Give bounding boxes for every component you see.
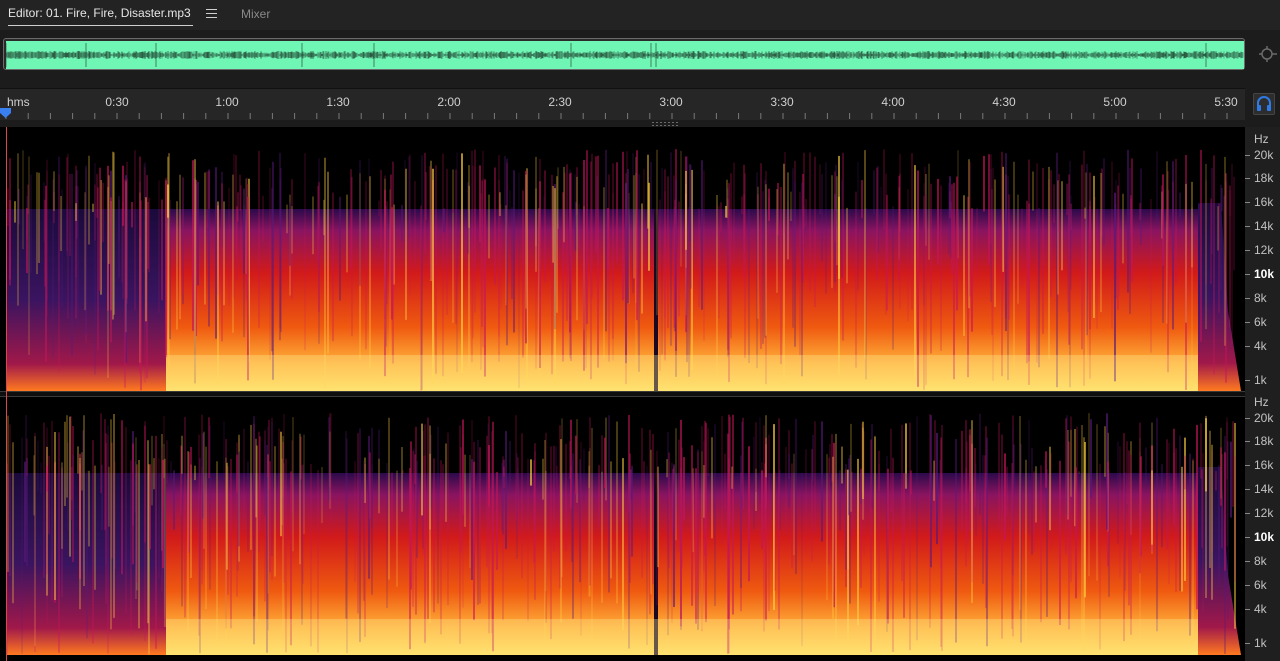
freq-label: 12k — [1254, 243, 1274, 257]
playhead-line[interactable] — [6, 127, 7, 661]
freq-label-bold: 10k — [1254, 530, 1275, 544]
ruler-label: 3:30 — [770, 95, 794, 109]
freq-label: 20k — [1254, 148, 1274, 162]
overview-waveform — [6, 41, 1244, 69]
tab-mixer[interactable]: Mixer — [241, 7, 270, 21]
ruler-label: 1:30 — [326, 95, 350, 109]
ruler-label: 2:00 — [437, 95, 461, 109]
panel-tab-bar: Editor: 01. Fire, Fire, Disaster.mp3 Mix… — [0, 0, 1280, 30]
ruler-label: 0:30 — [105, 95, 129, 109]
tab-editor[interactable]: Editor: 01. Fire, Fire, Disaster.mp3 — [8, 6, 193, 26]
playhead-marker-icon[interactable] — [0, 108, 11, 118]
freq-label: 16k — [1254, 458, 1274, 472]
freq-tick — [1245, 226, 1250, 227]
freq-tick — [1245, 537, 1250, 538]
ruler-ticks — [5, 113, 1228, 119]
headphones-icon — [1257, 96, 1271, 111]
freq-label: 1k — [1254, 373, 1267, 387]
freq-label-bold: 10k — [1254, 267, 1275, 281]
freq-label: 4k — [1254, 602, 1267, 616]
freq-tick — [1245, 585, 1250, 586]
freq-tick — [1245, 346, 1250, 347]
zoom-navigator-icon[interactable] — [1258, 44, 1278, 64]
ruler-label: 1:00 — [215, 95, 239, 109]
freq-tick — [1245, 609, 1250, 610]
freq-tick — [1245, 380, 1250, 381]
freq-tick — [1245, 465, 1250, 466]
freq-tick — [1245, 202, 1250, 203]
freq-label: 12k — [1254, 506, 1274, 520]
freq-label: 16k — [1254, 195, 1274, 209]
freq-tick — [1245, 643, 1250, 644]
freq-label: 14k — [1254, 482, 1274, 496]
ruler-label: hms — [7, 95, 30, 109]
spectrogram-channel-left[interactable] — [6, 133, 1241, 391]
freq-tick — [1245, 322, 1250, 323]
freq-tick — [1245, 418, 1250, 419]
frequency-ruler: Hz 20k 18k 16k 14k 12k 10k 8k 6k 4k 1k H… — [1245, 127, 1280, 661]
freq-tick — [1245, 513, 1250, 514]
spectral-frequency-display[interactable] — [0, 127, 1245, 661]
spectrogram-left — [6, 133, 1241, 391]
hamburger-menu-icon[interactable] — [206, 9, 217, 18]
freq-label: 6k — [1254, 578, 1267, 592]
freq-label: 18k — [1254, 171, 1274, 185]
ruler-label: 3:00 — [659, 95, 683, 109]
ruler-label: 5:30 — [1214, 95, 1238, 109]
ruler-label: 2:30 — [548, 95, 572, 109]
freq-tick — [1245, 489, 1250, 490]
freq-tick — [1245, 178, 1250, 179]
freq-tick — [1245, 298, 1250, 299]
panel-resize-grip[interactable] — [652, 122, 680, 126]
spectrogram-right — [6, 397, 1241, 655]
waveform-overview[interactable] — [3, 38, 1245, 70]
ruler-label: 4:30 — [992, 95, 1016, 109]
ruler-label: 5:00 — [1103, 95, 1127, 109]
freq-label: 18k — [1254, 434, 1274, 448]
freq-label: 1k — [1254, 636, 1267, 650]
freq-unit-label: Hz — [1254, 132, 1269, 146]
ruler-label: 4:00 — [881, 95, 905, 109]
freq-tick — [1245, 274, 1250, 275]
freq-tick — [1245, 441, 1250, 442]
freq-tick — [1245, 561, 1250, 562]
freq-tick — [1245, 155, 1250, 156]
freq-label: 20k — [1254, 411, 1274, 425]
freq-label: 14k — [1254, 219, 1274, 233]
spectrogram-channel-right[interactable] — [6, 397, 1241, 655]
timeline-ruler[interactable]: hms 0:30 1:00 1:30 2:00 2:30 3:00 3:30 4… — [0, 88, 1245, 120]
freq-label: 4k — [1254, 339, 1267, 353]
headphones-button[interactable] — [1253, 93, 1275, 115]
freq-tick — [1245, 250, 1250, 251]
audio-editor-window: Editor: 01. Fire, Fire, Disaster.mp3 Mix… — [0, 0, 1280, 661]
freq-label: 6k — [1254, 315, 1267, 329]
freq-label: 8k — [1254, 291, 1267, 305]
freq-label: 8k — [1254, 554, 1267, 568]
freq-unit-label: Hz — [1254, 395, 1269, 409]
